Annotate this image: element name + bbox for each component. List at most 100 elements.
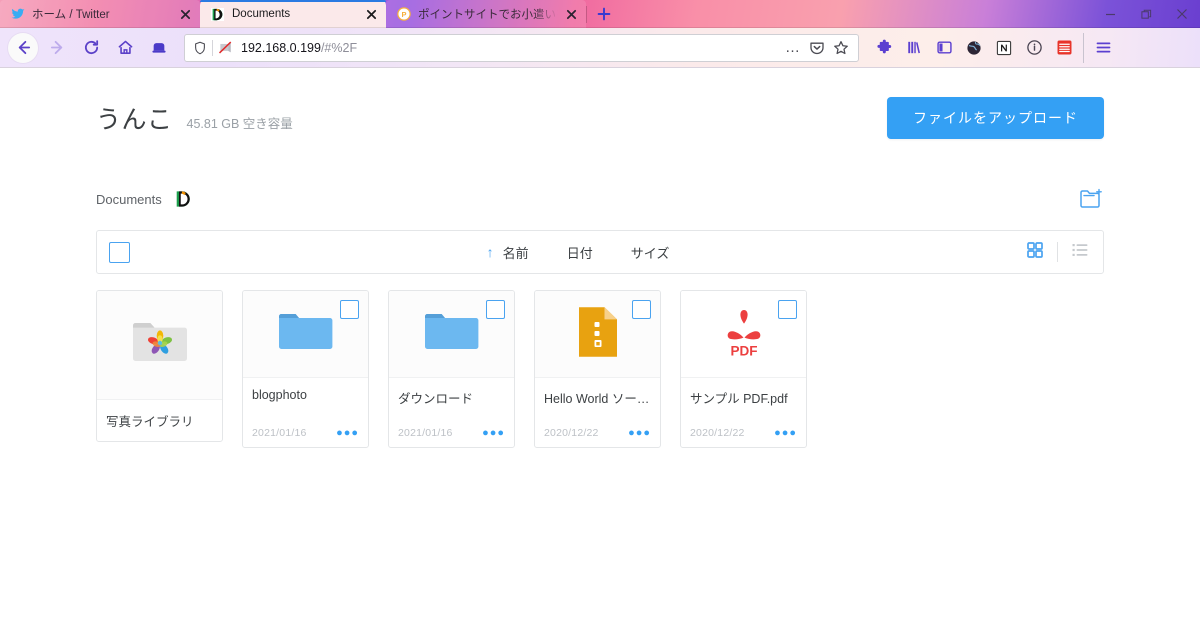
file-date: 2020/12/22 (690, 427, 745, 439)
upload-file-button[interactable]: ファイルをアップロード (887, 97, 1104, 139)
notion-n-icon[interactable] (989, 33, 1019, 63)
file-select-checkbox[interactable] (486, 300, 505, 319)
sort-ascending-icon[interactable]: ↑ (487, 245, 494, 259)
file-select-checkbox[interactable] (340, 300, 359, 319)
file-select-checkbox[interactable] (778, 300, 797, 319)
browser-window: ホーム / Twitter Documents P ポイントサイトでお小遣い 1… (0, 0, 1200, 640)
new-folder-icon[interactable] (1078, 186, 1104, 212)
hamburger-menu-icon[interactable] (1088, 33, 1118, 63)
grid-view-icon[interactable] (1026, 241, 1044, 264)
file-card-body: ダウンロード 2021/01/16 ●●● (389, 377, 514, 447)
blue-folder-icon (275, 307, 337, 362)
browser-tab-point-site[interactable]: P ポイントサイトでお小遣いを稼ぐなら (386, 0, 586, 28)
view-toggle-group (1026, 241, 1089, 264)
file-thumbnail (97, 291, 222, 399)
page-content: うんこ 45.81 GB 空き容量 ファイルをアップロード Documents (0, 69, 1200, 640)
documents-d-icon (210, 7, 225, 22)
file-meta: 2021/01/16 ●●● (252, 413, 359, 439)
file-name: Hello World ソー… (544, 392, 650, 406)
tracking-shield-icon[interactable] (193, 41, 207, 55)
url-text: 192.168.0.199/#%2F (241, 40, 358, 55)
star-icon[interactable] (830, 36, 852, 60)
svg-text:P: P (401, 10, 406, 19)
list-view-icon[interactable] (1071, 241, 1089, 264)
extension-toolbar (869, 32, 1118, 63)
navigation-toolbar: 192.168.0.199/#%2F … (0, 28, 1200, 68)
page-actions-more-icon[interactable]: … (782, 36, 804, 60)
maximize-button[interactable] (1128, 0, 1164, 28)
file-name: サンプル PDF.pdf (690, 392, 788, 406)
globe-dark-icon[interactable] (959, 33, 989, 63)
file-card[interactable]: blogphoto 2021/01/16 ●●● (242, 290, 369, 448)
file-date: 2020/12/22 (544, 427, 599, 439)
page-header: うんこ 45.81 GB 空き容量 ファイルをアップロード (96, 97, 1104, 139)
file-thumbnail (389, 291, 514, 377)
file-card[interactable]: Hello World ソー… 2020/12/22 ●●● (534, 290, 661, 448)
breadcrumb[interactable]: Documents (96, 190, 192, 208)
breadcrumb-row: Documents (96, 186, 1104, 212)
window-controls (1092, 0, 1200, 28)
new-tab-button[interactable] (587, 0, 621, 28)
back-arrow-icon[interactable] (8, 32, 38, 63)
url-bar-wrap: 192.168.0.199/#%2F … (184, 33, 859, 62)
home-icon[interactable] (110, 33, 140, 63)
file-name: 写真ライブラリ (106, 415, 194, 429)
sort-column-name[interactable]: 名前 (503, 243, 529, 262)
file-select-checkbox[interactable] (632, 300, 651, 319)
reload-icon[interactable] (76, 33, 106, 63)
close-icon[interactable] (362, 5, 380, 23)
file-card[interactable]: 写真ライブラリ (96, 290, 223, 442)
file-card[interactable]: PDF サンプル PDF.pdf 2020/12/22 ●●● (680, 290, 807, 448)
sidebar-icon[interactable] (929, 33, 959, 63)
storage-quota-label: 45.81 GB 空き容量 (186, 117, 293, 131)
view-separator (1057, 242, 1058, 262)
file-card[interactable]: ダウンロード 2021/01/16 ●●● (388, 290, 515, 448)
puzzle-extension-icon[interactable] (869, 33, 899, 63)
file-meta: 2020/12/22 ●●● (690, 413, 797, 439)
page-title: うんこ (96, 106, 173, 134)
file-grid: 写真ライブラリ blogphoto 2021/01/16 ●●● ダウンロード … (96, 290, 1104, 448)
browser-tab-twitter[interactable]: ホーム / Twitter (0, 0, 200, 28)
close-icon[interactable] (562, 5, 580, 23)
title-group: うんこ 45.81 GB 空き容量 (96, 100, 293, 136)
file-menu-button[interactable]: ●●● (336, 427, 359, 439)
insecure-icon[interactable] (218, 40, 233, 55)
red-stack-icon[interactable] (1049, 33, 1079, 63)
file-menu-button[interactable]: ●●● (628, 427, 651, 439)
browser-tab-documents[interactable]: Documents (200, 0, 386, 28)
url-bar[interactable]: 192.168.0.199/#%2F … (184, 33, 859, 62)
sort-column-date[interactable]: 日付 (567, 243, 593, 262)
url-divider (212, 39, 213, 56)
tab-strip: ホーム / Twitter Documents P ポイントサイトでお小遣い (0, 0, 1200, 28)
breadcrumb-label[interactable]: Documents (96, 192, 162, 207)
blue-folder-icon (421, 307, 483, 362)
photos-library-folder-icon (129, 317, 191, 374)
tab-title: ポイントサイトでお小遣いを稼ぐなら (418, 9, 558, 21)
sort-column-size[interactable]: サイズ (631, 243, 670, 262)
documents-d-icon (173, 190, 192, 208)
minimize-button[interactable] (1092, 0, 1128, 28)
point-site-icon: P (396, 7, 411, 22)
file-card-body: 写真ライブラリ (97, 399, 222, 441)
url-actions: … (782, 36, 852, 60)
file-name: blogphoto (252, 388, 307, 402)
library-icon[interactable] (899, 33, 929, 63)
file-date: 2021/01/16 (252, 427, 307, 439)
pocket-icon[interactable] (806, 36, 828, 60)
sort-controls: ↑ 名前 日付 サイズ (487, 243, 670, 262)
file-menu-button[interactable]: ●●● (482, 427, 505, 439)
file-menu-button[interactable]: ●●● (774, 427, 797, 439)
pdf-file-icon: PDF (716, 303, 772, 366)
file-meta: 2020/12/22 ●●● (544, 413, 651, 439)
file-card-body: サンプル PDF.pdf 2020/12/22 ●●● (681, 377, 806, 447)
info-circle-icon[interactable] (1019, 33, 1049, 63)
close-icon[interactable] (176, 5, 194, 23)
file-meta: 2021/01/16 ●●● (398, 413, 505, 439)
select-all-checkbox[interactable] (109, 241, 130, 263)
forward-arrow-icon[interactable] (42, 33, 72, 63)
container-tab-icon[interactable] (144, 33, 174, 63)
file-card-body: Hello World ソー… 2020/12/22 ●●● (535, 377, 660, 447)
svg-text:PDF: PDF (730, 343, 757, 358)
tab-title: ホーム / Twitter (32, 9, 110, 21)
close-window-button[interactable] (1164, 0, 1200, 28)
